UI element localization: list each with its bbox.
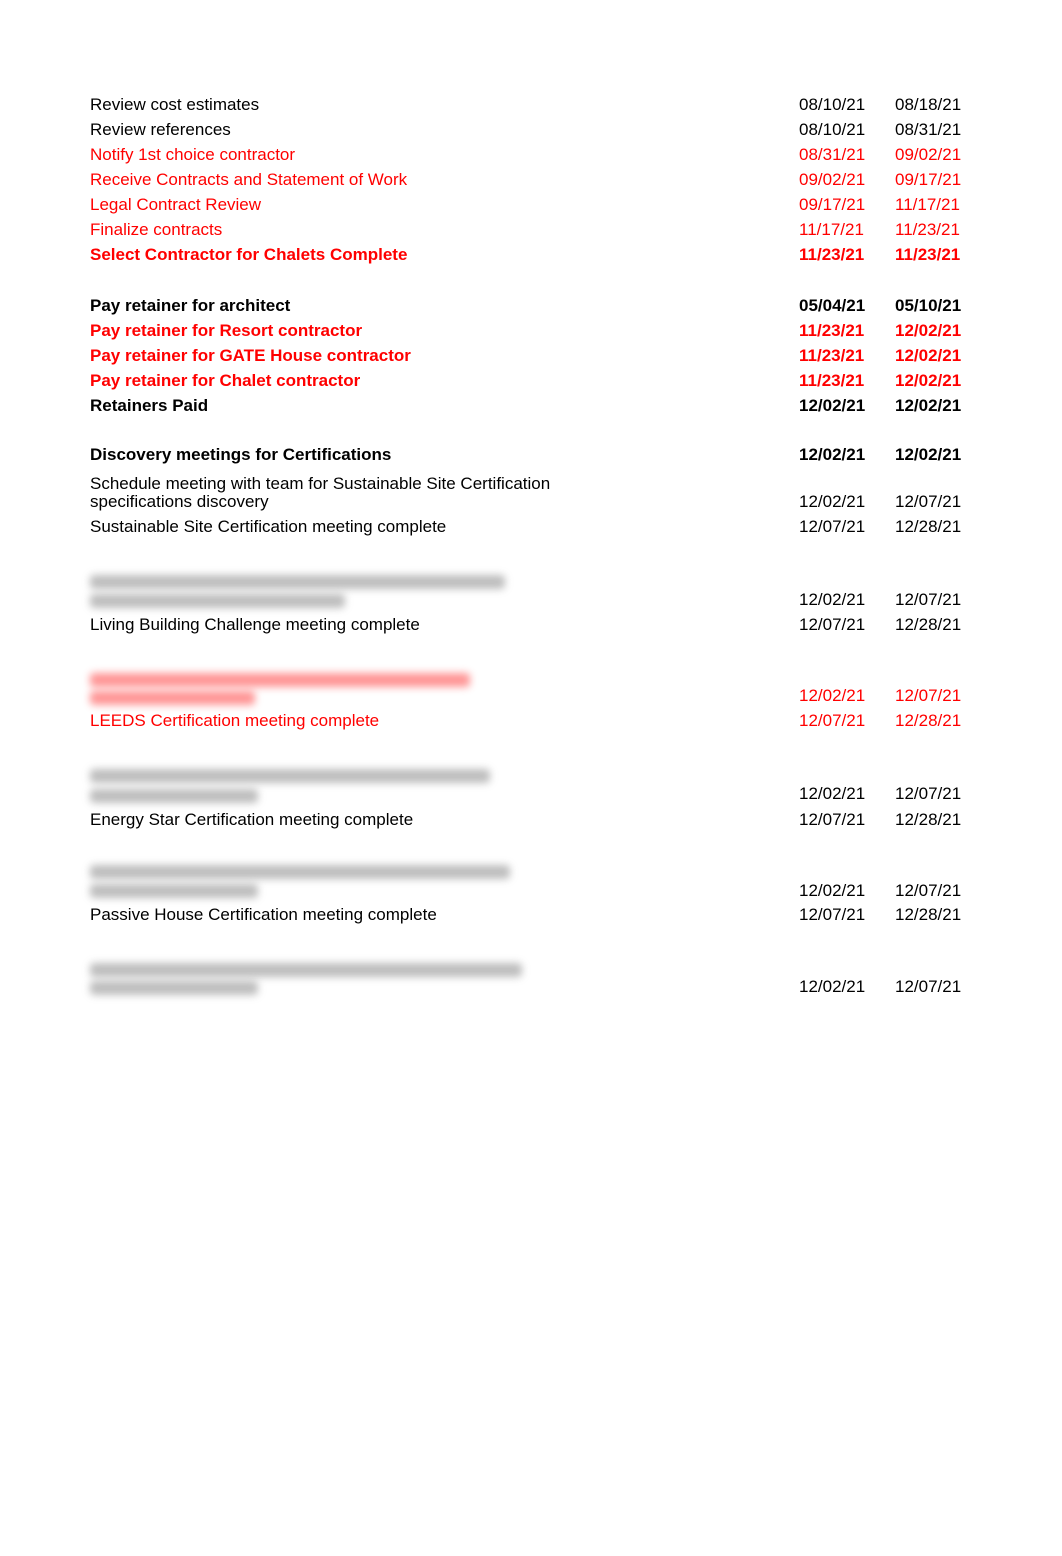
task-name: Discovery meetings for Certifications — [90, 445, 392, 464]
end-date: 12/07/21 — [895, 977, 962, 996]
start-date: 08/10/21 — [799, 120, 866, 139]
end-date: 09/02/21 — [895, 145, 962, 164]
table-row: Sustainable Site Certification meeting c… — [0, 517, 1062, 537]
task-name: Pay retainer for Chalet contractor — [90, 371, 361, 390]
start-date: 12/07/21 — [799, 905, 866, 924]
table-row: Receive Contracts and Statement of Work 0… — [0, 170, 1062, 190]
table-row: Energy Star Certification meeting comple… — [0, 810, 1062, 830]
task-name: Pay retainer for Resort contractor — [90, 321, 363, 340]
table-row: LEEDS Certification meeting complete 12/0… — [0, 711, 1062, 731]
start-date: 12/02/21 — [799, 396, 866, 415]
task-name: Pay retainer for architect — [90, 296, 291, 315]
redacted-text — [90, 884, 258, 898]
end-date: 11/17/21 — [895, 195, 960, 214]
task-name: Notify 1st choice contractor — [90, 145, 296, 164]
table-row: Pay retainer for Chalet contractor 11/23/… — [0, 371, 1062, 391]
table-row: Notify 1st choice contractor 08/31/21 09/0… — [0, 145, 1062, 165]
task-name: Legal Contract Review — [90, 195, 262, 214]
task-name: Receive Contracts and Statement of Work — [90, 170, 408, 189]
start-date: 11/23/21 — [799, 371, 865, 390]
task-name: Review cost estimates — [90, 95, 260, 114]
table-row: Schedule meeting with team for Sustainab… — [0, 475, 1062, 512]
start-date: 12/02/21 — [799, 686, 866, 705]
start-date: 12/02/21 — [799, 445, 866, 464]
table-row: Retainers Paid 12/02/21 12/02/21 — [0, 396, 1062, 416]
start-date: 05/04/21 — [799, 296, 866, 315]
table-row: Pay retainer for architect 05/04/21 05/10/… — [0, 296, 1062, 316]
end-date: 12/07/21 — [895, 784, 962, 803]
table-row: Passive House Certification meeting comp… — [0, 905, 1062, 925]
redacted-text — [90, 769, 490, 783]
task-name: Sustainable Site Certification meeting c… — [90, 517, 447, 536]
end-date: 11/23/21 — [895, 245, 961, 264]
task-name: Select Contractor for Chalets Complete — [90, 245, 408, 264]
task-name: Review references — [90, 120, 231, 139]
start-date: 12/02/21 — [799, 590, 866, 609]
table-row: Legal Contract Review 09/17/21 11/17/21 — [0, 195, 1062, 215]
redacted-text — [90, 575, 505, 589]
table-row: Select Contractor for Chalets Complete 11… — [0, 245, 1062, 265]
start-date: 11/23/21 — [799, 321, 865, 340]
end-date: 12/28/21 — [895, 517, 962, 536]
task-name: Schedule meeting with team for Sustainab… — [90, 474, 551, 511]
end-date: 12/02/21 — [895, 445, 962, 464]
task-name: Energy Star Certification meeting comple… — [90, 810, 414, 829]
redacted-text — [90, 865, 510, 879]
end-date: 09/17/21 — [895, 170, 962, 189]
start-date: 12/02/21 — [799, 784, 866, 803]
redacted-text — [90, 789, 258, 803]
table-row: Discovery meetings for Certifications 12/… — [0, 445, 1062, 465]
redacted-text — [90, 691, 255, 705]
start-date: 09/02/21 — [799, 170, 866, 189]
redacted-text — [90, 963, 522, 977]
end-date: 12/07/21 — [895, 590, 962, 609]
end-date: 08/31/21 — [895, 120, 962, 139]
end-date: 12/28/21 — [895, 711, 962, 730]
end-date: 11/23/21 — [895, 220, 960, 239]
task-name: Retainers Paid — [90, 396, 209, 415]
start-date: 12/07/21 — [799, 615, 866, 634]
redacted-text — [90, 594, 345, 608]
end-date: 12/07/21 — [895, 686, 962, 705]
start-date: 12/07/21 — [799, 711, 866, 730]
start-date: 11/17/21 — [799, 220, 864, 239]
task-name: Pay retainer for GATE House contractor — [90, 346, 411, 365]
end-date: 12/02/21 — [895, 396, 962, 415]
start-date: 12/02/21 — [799, 492, 866, 511]
end-date: 12/02/21 — [895, 346, 962, 365]
start-date: 12/07/21 — [799, 517, 866, 536]
start-date: 09/17/21 — [799, 195, 866, 214]
end-date: 12/28/21 — [895, 905, 962, 924]
redacted-text — [90, 981, 258, 995]
end-date: 12/28/21 — [895, 810, 962, 829]
table-row: Review references 08/10/21 08/31/21 — [0, 120, 1062, 140]
task-name: Finalize contracts — [90, 220, 223, 239]
end-date: 05/10/21 — [895, 296, 962, 315]
start-date: 11/23/21 — [799, 245, 865, 264]
end-date: 12/07/21 — [895, 492, 962, 511]
start-date: 11/23/21 — [799, 346, 865, 365]
start-date: 08/10/21 — [799, 95, 866, 114]
task-name: Passive House Certification meeting comp… — [90, 905, 437, 924]
end-date: 12/02/21 — [895, 321, 962, 340]
redacted-text — [90, 673, 470, 687]
start-date: 08/31/21 — [799, 145, 866, 164]
table-row: Review cost estimates 08/10/21 08/18/21 — [0, 95, 1062, 115]
task-name: Living Building Challenge meeting comple… — [90, 615, 420, 634]
table-row: Living Building Challenge meeting comple… — [0, 615, 1062, 635]
end-date: 12/28/21 — [895, 615, 962, 634]
start-date: 12/02/21 — [799, 881, 866, 900]
start-date: 12/02/21 — [799, 977, 866, 996]
start-date: 12/07/21 — [799, 810, 866, 829]
table-row: Pay retainer for Resort contractor 11/23/… — [0, 321, 1062, 341]
end-date: 08/18/21 — [895, 95, 962, 114]
end-date: 12/02/21 — [895, 371, 962, 390]
table-row: Finalize contracts 11/17/21 11/23/21 — [0, 220, 1062, 240]
table-row: Pay retainer for GATE House contractor 11… — [0, 346, 1062, 366]
end-date: 12/07/21 — [895, 881, 962, 900]
task-name: LEEDS Certification meeting complete — [90, 711, 380, 730]
